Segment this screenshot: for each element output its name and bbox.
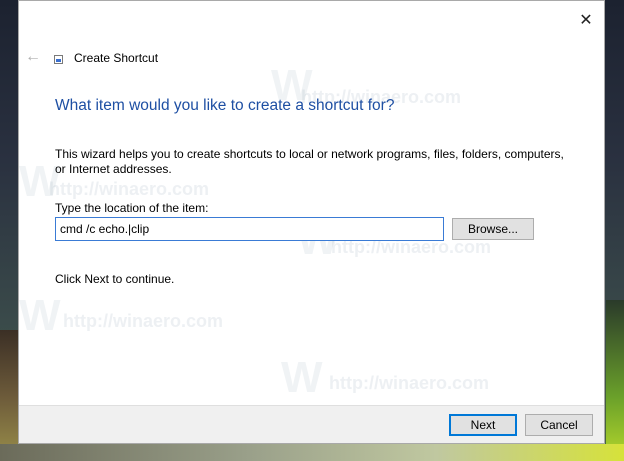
create-shortcut-dialog: ✕ ← Create Shortcut W http://winaero.com…	[18, 0, 605, 444]
watermark-text: http://winaero.com	[49, 179, 210, 199]
desktop-background-left	[0, 330, 20, 461]
continue-instruction: Click Next to continue.	[55, 272, 175, 286]
wizard-heading: What item would you like to create a sho…	[55, 97, 395, 114]
title-bar: ✕	[19, 1, 604, 41]
wizard-description: This wizard helps you to create shortcut…	[55, 147, 564, 176]
watermark-logo: W	[19, 291, 61, 340]
desktop-background-bottom	[0, 444, 624, 461]
cancel-button[interactable]: Cancel	[525, 414, 593, 436]
back-arrow-icon[interactable]: ←	[25, 49, 41, 65]
watermark-text: http://winaero.com	[63, 311, 224, 331]
watermark-logo: W	[281, 353, 323, 402]
shortcut-wizard-icon	[54, 55, 63, 64]
close-icon[interactable]: ✕	[574, 11, 598, 31]
watermark-text: http://winaero.com	[329, 373, 490, 393]
desktop-background-right	[606, 300, 624, 461]
location-input[interactable]	[55, 217, 444, 241]
dialog-footer: Next Cancel	[19, 405, 604, 443]
dialog-title: Create Shortcut	[74, 51, 159, 65]
browse-button[interactable]: Browse...	[452, 218, 534, 240]
location-label: Type the location of the item:	[55, 201, 209, 215]
next-button[interactable]: Next	[449, 414, 517, 436]
